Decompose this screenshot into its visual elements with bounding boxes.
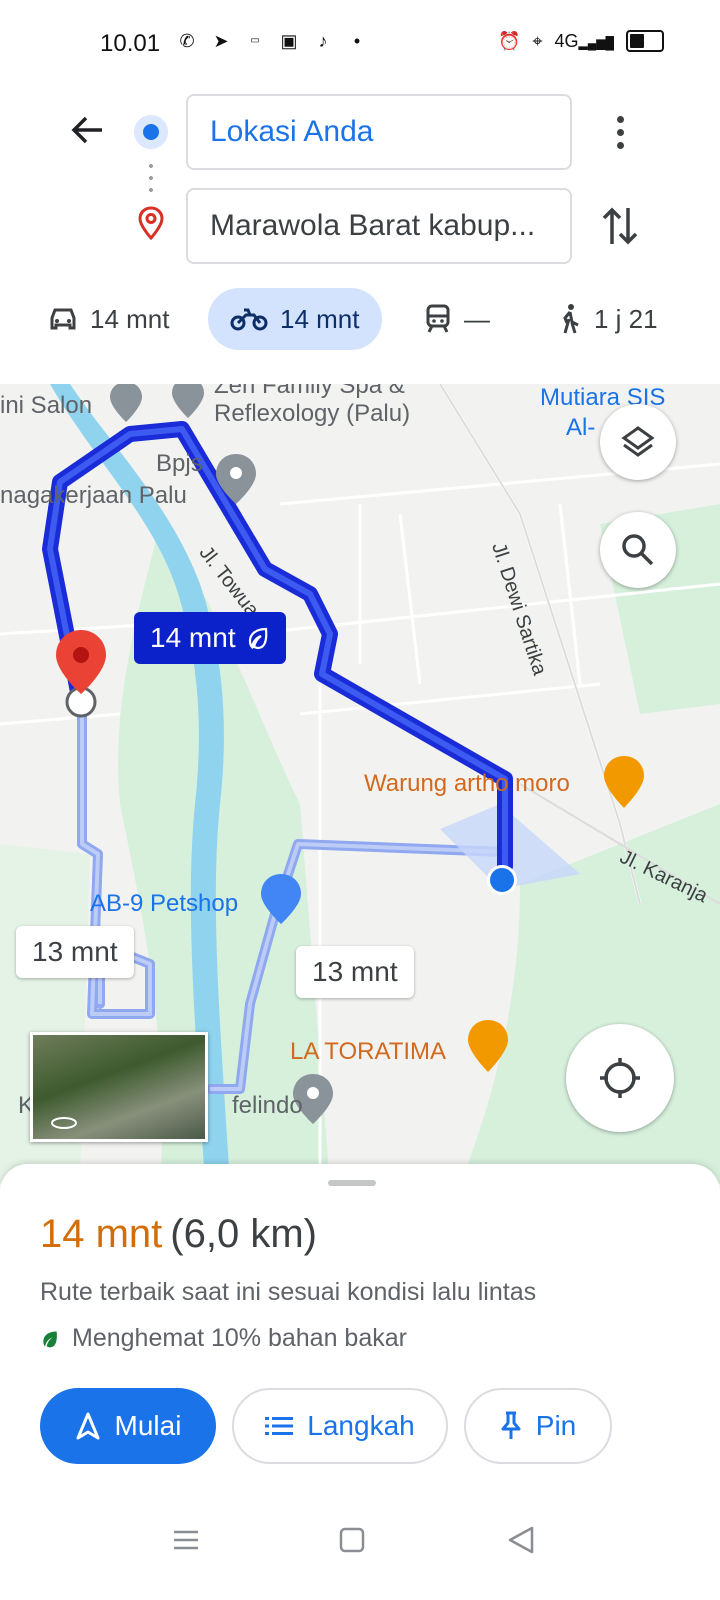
layers-button[interactable] xyxy=(600,404,676,480)
my-location-icon xyxy=(600,1058,640,1098)
status-time: 10.01 xyxy=(100,30,161,57)
telegram-icon: ➤ xyxy=(213,31,229,51)
car-icon xyxy=(50,308,76,330)
destination-pin-icon xyxy=(138,206,164,240)
travel-mode-tabs: 14 mnt 14 mnt — 1 j 21 xyxy=(0,288,720,354)
motorcycle-icon xyxy=(230,308,268,331)
route-eta-label[interactable]: 14 mnt xyxy=(134,612,286,664)
transit-duration: — xyxy=(464,303,490,334)
tab-motorcycle[interactable]: 14 mnt xyxy=(208,288,382,350)
walk-duration: 1 j 21 xyxy=(594,303,658,334)
more-options-icon[interactable] xyxy=(604,110,636,154)
motorcycle-duration: 14 mnt xyxy=(280,303,360,334)
search-button[interactable] xyxy=(600,512,676,588)
fuel-saving-text: Menghemat 10% bahan bakar xyxy=(72,1324,407,1352)
poi-toratima[interactable]: LA TORATIMA xyxy=(290,1038,446,1066)
layers-icon xyxy=(621,426,655,457)
alt-route-eta-1[interactable]: 13 mnt xyxy=(16,926,134,978)
alt-route-eta-2[interactable]: 13 mnt xyxy=(296,946,414,998)
tab-transit[interactable]: — xyxy=(424,288,490,350)
drag-handle[interactable] xyxy=(328,1180,376,1186)
route-duration: 14 mnt xyxy=(40,1212,163,1256)
poi-warung[interactable]: Warung artho moro xyxy=(364,770,570,798)
poi-bpjs-line1[interactable]: Bpjs xyxy=(156,450,203,478)
my-location-button[interactable] xyxy=(566,1024,674,1132)
pushpin-icon xyxy=(501,1411,521,1439)
leaf-icon xyxy=(43,1331,57,1347)
poi-spa-line2[interactable]: Reflexology (Palu) xyxy=(214,400,410,428)
tiktok-icon: ♪ xyxy=(318,31,328,51)
origin-input[interactable]: Lokasi Anda xyxy=(186,94,572,170)
back-arrow-icon[interactable] xyxy=(66,108,110,152)
tab-car[interactable]: 14 mnt xyxy=(48,288,170,350)
system-icons: ⏰ ⌖ 4G▂▄▆█ xyxy=(498,30,664,52)
pin-label: Pin xyxy=(535,1410,577,1441)
leaf-icon xyxy=(248,627,267,650)
signal-4g-icon: 4G▂▄▆█ xyxy=(554,30,614,51)
back-icon[interactable] xyxy=(502,1520,542,1560)
battery-icon xyxy=(626,30,664,52)
alarm-icon: ⏰ xyxy=(497,30,521,51)
tab-walk[interactable]: 1 j 21 xyxy=(556,288,658,350)
walk-icon xyxy=(563,304,579,334)
shopping-bag-icon: ▣ xyxy=(280,31,298,51)
poi-mutiara-line2[interactable]: Al- xyxy=(566,414,595,442)
system-nav-bar xyxy=(0,1496,720,1600)
notification-icons: ✆ ➤ ▭ ▣ ♪ • xyxy=(176,30,368,52)
car-duration: 14 mnt xyxy=(90,303,170,334)
steps-button[interactable]: Langkah xyxy=(232,1388,448,1464)
map-view[interactable]: ini Salon Zen Family Spa & Reflexology (… xyxy=(0,384,720,1184)
navigation-arrow-icon xyxy=(76,1412,100,1440)
network-label: 4G xyxy=(554,30,579,51)
poi-spa-line1[interactable]: Zen Family Spa & xyxy=(214,384,405,400)
search-icon xyxy=(622,534,654,566)
train-icon xyxy=(426,304,450,333)
destination-input[interactable]: Marawola Barat kabup... xyxy=(186,188,572,264)
route-eta-text: 14 mnt xyxy=(150,622,236,653)
fuel-saving: Menghemat 10% bahan bakar xyxy=(40,1324,407,1353)
menu-icon[interactable] xyxy=(166,1520,206,1560)
status-bar: 10.01 ✆ ➤ ▭ ▣ ♪ • ⏰ ⌖ 4G▂▄▆█ xyxy=(0,0,720,88)
steps-label: Langkah xyxy=(307,1410,415,1441)
poi-salon[interactable]: ini Salon xyxy=(0,392,92,420)
poi-bpjs-line2[interactable]: nagakerjaan Palu xyxy=(0,482,187,510)
route-summary: 14 mnt (6,0 km) xyxy=(40,1212,317,1257)
street-view-thumbnail[interactable] xyxy=(30,1032,208,1142)
360-rotate-icon xyxy=(51,1117,77,1129)
route-distance: (6,0 km) xyxy=(170,1212,317,1256)
list-icon xyxy=(265,1417,294,1435)
location-icon: ⌖ xyxy=(532,30,543,51)
swap-icon[interactable] xyxy=(598,200,642,252)
route-dots xyxy=(149,160,153,200)
directions-header: Lokasi Anda Marawola Barat kabup... 14 m… xyxy=(0,88,720,384)
app-icon: ▭ xyxy=(250,35,260,46)
route-description: Rute terbaik saat ini sesuai kondisi lal… xyxy=(40,1278,537,1306)
start-label: Mulai xyxy=(114,1410,182,1441)
origin-dot-icon xyxy=(134,115,168,149)
dot-icon: • xyxy=(353,31,361,51)
whatsapp-icon: ✆ xyxy=(179,31,195,51)
pin-button[interactable]: Pin xyxy=(464,1388,612,1464)
start-button[interactable]: Mulai xyxy=(40,1388,216,1464)
home-icon[interactable] xyxy=(332,1520,372,1560)
poi-petshop[interactable]: AB-9 Petshop xyxy=(90,890,238,918)
poi-felindo[interactable]: felindo xyxy=(232,1092,303,1120)
